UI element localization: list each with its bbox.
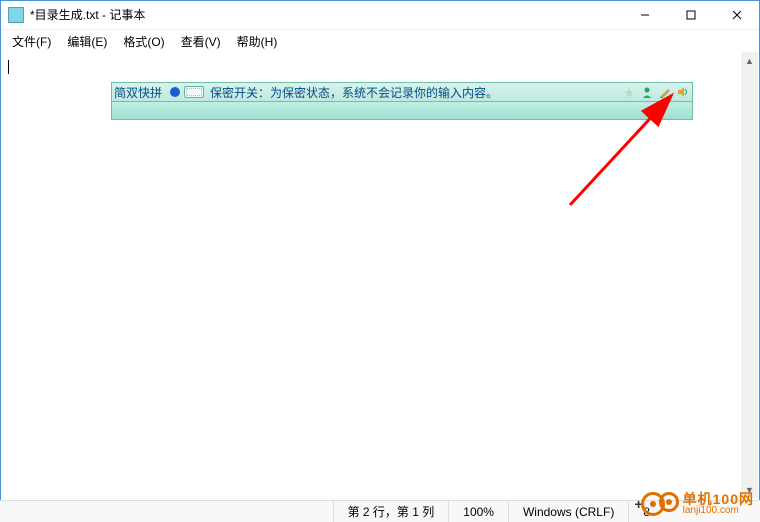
scroll-up-button[interactable]: ▲: [741, 52, 758, 69]
status-position: 第 2 行，第 1 列: [333, 501, 449, 522]
ime-toolbar[interactable]: 简双快拼 保密开关：为保密状态，系统不会记录你的输入内容。: [111, 82, 693, 120]
watermark-logo: +: [641, 492, 679, 516]
status-lineending: Windows (CRLF): [508, 501, 628, 522]
ime-star-icon[interactable]: [622, 85, 636, 99]
watermark: + 单机100网 lanji100.com: [641, 492, 754, 516]
ime-softkeyboard-icon[interactable]: [184, 86, 204, 98]
watermark-url: lanji100.com: [683, 506, 754, 516]
status-zoom: 100%: [448, 501, 508, 522]
ime-pencil-icon[interactable]: [658, 85, 672, 99]
ime-candidate-strip[interactable]: [111, 102, 693, 120]
ime-user-icon[interactable]: [640, 85, 654, 99]
vertical-scrollbar[interactable]: ▲ ▼: [741, 52, 758, 498]
ime-status-message: 保密开关：为保密状态，系统不会记录你的输入内容。: [210, 84, 622, 101]
text-caret: [8, 60, 9, 74]
ime-right-icons: [622, 85, 690, 99]
ime-speaker-icon[interactable]: [676, 85, 690, 99]
ime-mode-label[interactable]: 简双快拼: [114, 84, 162, 101]
watermark-brand: 单机100网: [683, 492, 754, 506]
ime-main-bar: 简双快拼 保密开关：为保密状态，系统不会记录你的输入内容。: [111, 82, 693, 102]
ime-punctuation-icon[interactable]: [170, 87, 180, 97]
watermark-text-group: 单机100网 lanji100.com: [683, 492, 754, 516]
